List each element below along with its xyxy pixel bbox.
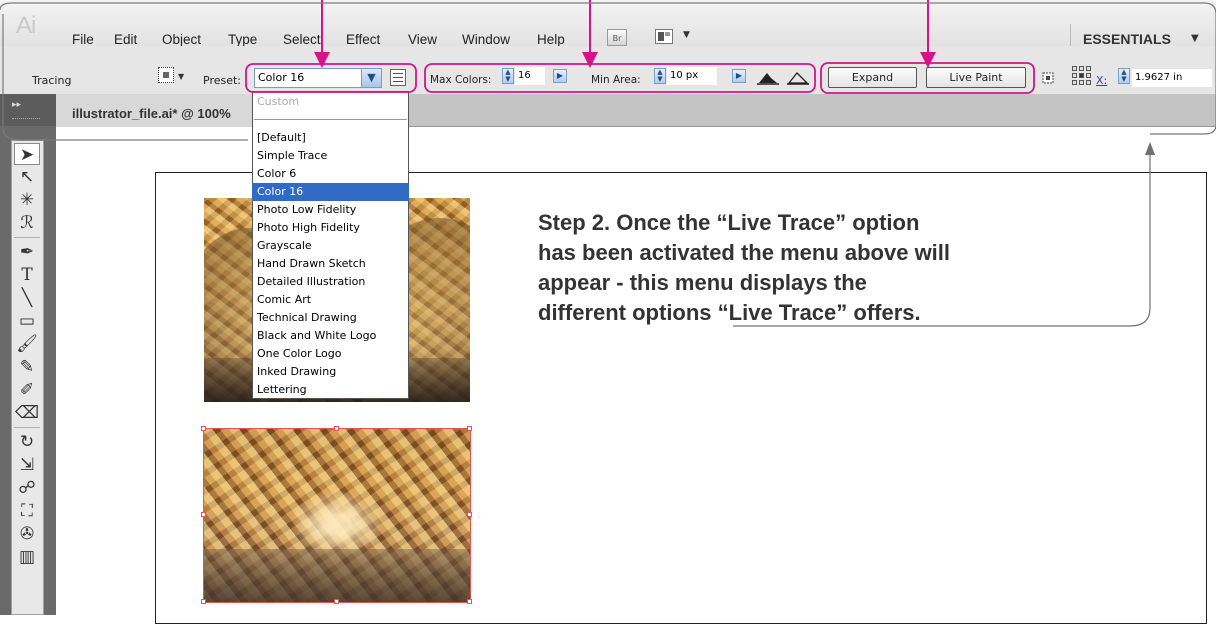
pen-tool-icon[interactable]: ✒ <box>14 241 40 263</box>
reference-point-icon[interactable] <box>1072 66 1092 86</box>
preset-option-one-color-logo[interactable]: One Color Logo <box>252 345 409 363</box>
resize-handle[interactable] <box>334 599 339 604</box>
step-instruction-text: Step 2. Once the “Live Trace” option has… <box>538 210 951 325</box>
direct-selection-tool-icon[interactable]: ↖ <box>14 166 40 188</box>
menubar-divider <box>1070 24 1071 46</box>
document-tab-title[interactable]: illustrator_file.ai* @ 100% <box>72 106 231 121</box>
live-paint-button[interactable]: Live Paint <box>926 67 1026 88</box>
max-colors-label: Max Colors: <box>430 74 492 86</box>
preset-option-photo-low-fidelity[interactable]: Photo Low Fidelity <box>252 201 409 219</box>
panel-grip[interactable] <box>12 118 40 121</box>
min-area-label: Min Area: <box>591 74 641 86</box>
resize-handle[interactable] <box>467 599 472 604</box>
magic-wand-tool-icon[interactable]: ✳ <box>14 189 40 211</box>
bridge-button[interactable]: Br <box>607 29 627 46</box>
min-area-field[interactable]: 10 px <box>667 67 717 85</box>
resize-handle[interactable] <box>467 512 472 517</box>
tracing-options-dialog-icon[interactable] <box>390 69 406 86</box>
preset-option-lettering[interactable]: Lettering <box>252 381 409 399</box>
resize-handle[interactable] <box>334 426 339 431</box>
line-segment-tool-icon[interactable]: ╲ <box>14 287 40 309</box>
workspace-switcher[interactable]: ESSENTIALS <box>1083 31 1171 47</box>
tracing-options-icon[interactable] <box>158 67 174 83</box>
dropdown-separator <box>254 119 407 120</box>
blob-brush-tool-icon[interactable]: ✐ <box>14 379 40 401</box>
x-position-stepper[interactable]: ▲ ▼ <box>1118 68 1130 84</box>
tracing-label: Tracing <box>32 74 72 87</box>
preset-option-default[interactable]: [Default] <box>252 129 409 147</box>
resize-handle[interactable] <box>201 512 206 517</box>
expand-panel-icon[interactable]: ▸▸ <box>12 100 21 110</box>
chevron-down-icon[interactable]: ▼ <box>1191 33 1199 44</box>
rectangle-tool-icon[interactable]: ▭ <box>14 310 40 332</box>
app-logo: Ai <box>16 12 36 39</box>
preset-option-color-16[interactable]: Color 16 <box>252 183 409 201</box>
preset-option-detailed-illustration[interactable]: Detailed Illustration <box>252 273 409 291</box>
lasso-tool-icon[interactable]: ℛ <box>14 212 40 234</box>
max-colors-field[interactable]: 16 <box>515 67 545 85</box>
pencil-tool-icon[interactable]: ✎ <box>14 356 40 378</box>
scale-tool-icon[interactable]: ⇲ <box>14 454 40 476</box>
tool-separator <box>14 427 40 428</box>
chevron-down-icon[interactable]: ▼ <box>178 72 184 81</box>
column-graph-tool-icon[interactable]: ▥ <box>14 546 40 568</box>
resize-handle[interactable] <box>201 599 206 604</box>
preset-option-comic-art[interactable]: Comic Art <box>252 291 409 309</box>
preset-option-hand-drawn-sketch[interactable]: Hand Drawn Sketch <box>252 255 409 273</box>
preset-option-technical-drawing[interactable]: Technical Drawing <box>252 309 409 327</box>
rotate-tool-icon[interactable]: ↻ <box>14 431 40 453</box>
isolate-icon[interactable] <box>1040 70 1056 86</box>
preset-option-photo-high-fidelity[interactable]: Photo High Fidelity <box>252 219 409 237</box>
type-tool-icon[interactable]: T <box>14 264 40 286</box>
free-transform-tool-icon[interactable]: ⛶ <box>14 500 40 522</box>
expand-button[interactable]: Expand <box>828 67 917 88</box>
preset-option-grayscale[interactable]: Grayscale <box>252 237 409 255</box>
tools-panel-header[interactable] <box>0 94 56 126</box>
eraser-tool-icon[interactable]: ⌫ <box>14 402 40 424</box>
max-colors-apply-button[interactable]: ▶ <box>553 69 567 83</box>
min-area-apply-button[interactable]: ▶ <box>732 69 746 83</box>
max-colors-stepper[interactable]: ▲ ▼ <box>502 68 514 84</box>
control-panel <box>0 46 1216 95</box>
preset-option-custom: Custom <box>257 95 300 108</box>
tool-separator <box>14 237 40 238</box>
menu-bar: Ai File Edit Object Type Select Effect V… <box>0 0 1216 47</box>
arrange-documents-icon[interactable] <box>655 29 673 44</box>
x-position-label[interactable]: X: <box>1096 74 1107 87</box>
show-raster-icon[interactable] <box>757 70 779 86</box>
chevron-down-icon[interactable]: ▼ <box>683 30 690 40</box>
x-position-field[interactable]: 1.9627 in <box>1132 69 1212 87</box>
resize-handle[interactable] <box>467 426 472 431</box>
preset-dropdown-button[interactable]: ▼ <box>361 69 381 87</box>
show-vector-icon[interactable] <box>787 70 809 86</box>
selection-bounding-box[interactable] <box>203 428 471 603</box>
selection-tool-icon[interactable]: ➤ <box>14 143 40 165</box>
preset-option-black-and-white-logo[interactable]: Black and White Logo <box>252 327 409 345</box>
preset-value: Color 16 <box>258 71 305 84</box>
warp-tool-icon[interactable]: ☍ <box>14 477 40 499</box>
resize-handle[interactable] <box>201 426 206 431</box>
preset-option-inked-drawing[interactable]: Inked Drawing <box>252 363 409 381</box>
preset-label: Preset: <box>203 74 242 87</box>
preset-option-simple-trace[interactable]: Simple Trace <box>252 147 409 165</box>
min-area-stepper[interactable]: ▲ ▼ <box>654 68 666 84</box>
preset-option-color-6[interactable]: Color 6 <box>252 165 409 183</box>
symbol-sprayer-tool-icon[interactable]: ✇ <box>14 523 40 545</box>
paintbrush-tool-icon[interactable]: 🖌 <box>14 333 40 355</box>
